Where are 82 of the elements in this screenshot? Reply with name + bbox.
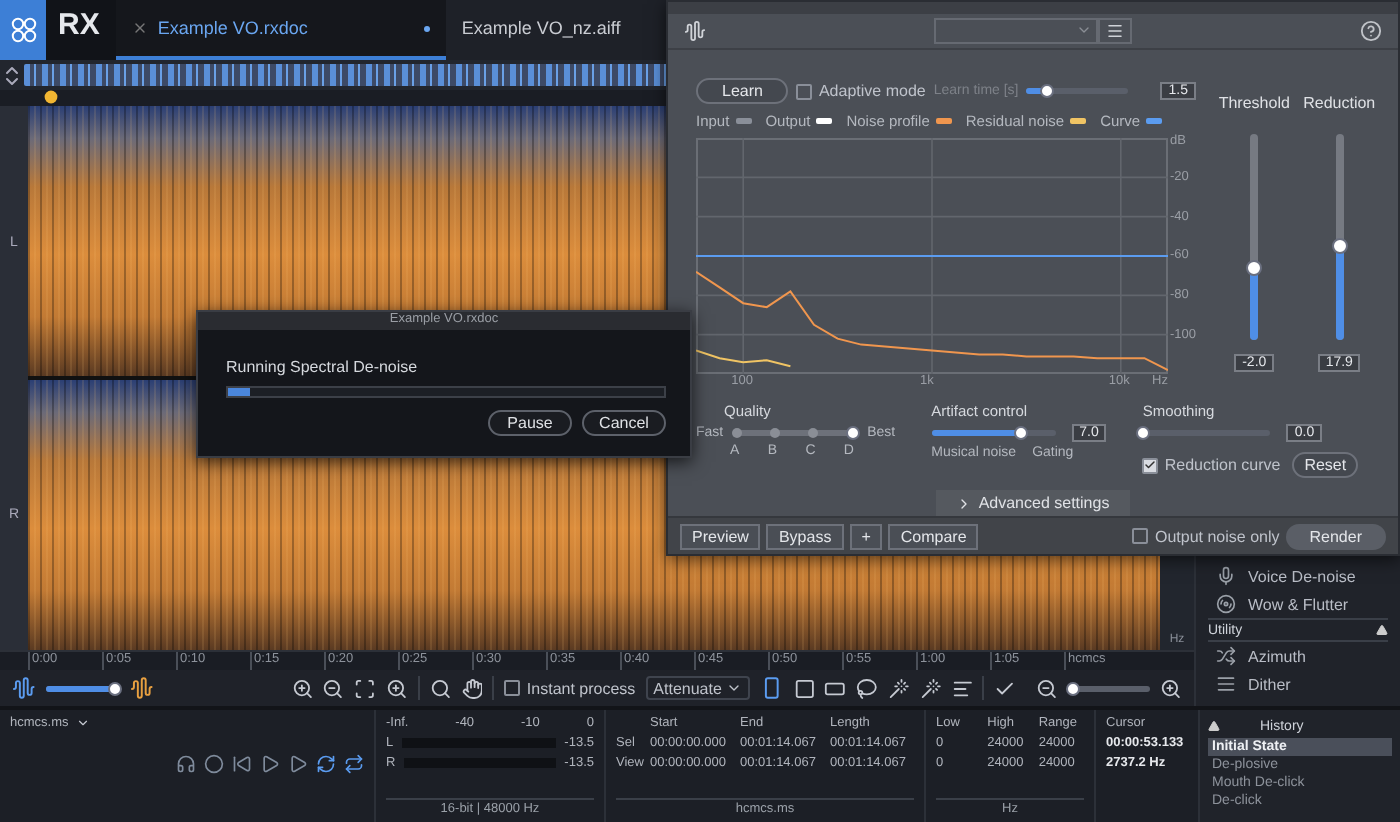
slider-thumb[interactable] xyxy=(1246,260,1263,277)
slider-thumb[interactable] xyxy=(107,681,122,695)
dialog-message: Running Spectral De-noise xyxy=(224,356,420,380)
close-icon xyxy=(131,20,148,36)
help-icon xyxy=(1360,19,1382,42)
output-noise-only-checkbox[interactable]: Output noise only xyxy=(1132,527,1280,546)
module-item[interactable]: Dither xyxy=(1208,670,1388,698)
learn-time-slider[interactable] xyxy=(1026,83,1129,100)
file-tab[interactable]: Example VO.rxdoc xyxy=(115,0,446,60)
add-button[interactable]: + xyxy=(849,523,883,550)
caret-icon xyxy=(76,716,91,730)
zoom-in-icon xyxy=(291,677,313,699)
module-item[interactable]: Azimuth xyxy=(1208,642,1388,670)
instant-process-checkbox[interactable]: Instant process xyxy=(504,679,636,697)
learn-button[interactable]: Learn xyxy=(696,78,789,105)
collapse-icon xyxy=(1208,720,1220,732)
search-icon xyxy=(429,677,452,699)
quality-slider[interactable] xyxy=(731,424,860,441)
artifact-slider[interactable] xyxy=(931,425,1056,442)
headphones-icon xyxy=(176,754,196,774)
time-select-icon xyxy=(759,676,784,700)
module-item[interactable]: Wow & Flutter xyxy=(1208,590,1388,618)
check-icon xyxy=(994,677,1017,699)
play-icon xyxy=(260,754,280,774)
slider-thumb[interactable] xyxy=(1135,426,1150,441)
compare-button[interactable]: Compare xyxy=(888,523,979,550)
slider-label: Threshold xyxy=(1218,94,1290,113)
slider-label: Reduction xyxy=(1303,94,1376,113)
bypass-button[interactable]: Bypass xyxy=(766,523,844,550)
checkbox[interactable] xyxy=(796,83,813,100)
collapse-icon xyxy=(1376,624,1388,636)
logo-icon xyxy=(0,0,46,60)
advanced-settings-button[interactable]: Advanced settings xyxy=(936,490,1130,517)
menu-button[interactable] xyxy=(1098,17,1132,44)
zoom-out-icon xyxy=(322,677,345,699)
slider-thumb[interactable] xyxy=(1065,681,1080,695)
menu-icon xyxy=(1106,21,1124,40)
smoothing-slider[interactable] xyxy=(1142,425,1271,442)
shuffle-icon xyxy=(1216,646,1236,666)
reduction-curve-checkbox[interactable]: Reduction curve xyxy=(1142,456,1281,475)
mode-dropdown[interactable]: Attenuate xyxy=(645,676,750,700)
box-select-icon xyxy=(793,677,815,699)
spectrogram-icon xyxy=(130,676,154,700)
slider-thumb[interactable] xyxy=(1331,237,1348,254)
checkbox[interactable] xyxy=(1132,528,1149,545)
checkbox[interactable] xyxy=(1142,457,1159,474)
waveform-icon xyxy=(684,19,706,42)
quality-step[interactable] xyxy=(845,425,860,440)
lines-icon xyxy=(1216,674,1236,694)
dialog-button[interactable]: Cancel xyxy=(582,410,666,436)
lasso-icon xyxy=(856,677,879,699)
skip-back-icon xyxy=(232,754,252,774)
waveform-icon xyxy=(12,676,36,700)
expand-icon xyxy=(0,63,24,87)
zoom-out-icon xyxy=(1036,677,1059,699)
slider-thumb[interactable] xyxy=(1014,426,1029,441)
repeat-icon xyxy=(344,754,364,774)
modified-dot xyxy=(423,25,430,31)
playhead-marker-icon xyxy=(44,90,58,106)
play-selection-icon xyxy=(288,754,308,774)
microphone-icon xyxy=(1216,566,1236,586)
render-button[interactable]: Render xyxy=(1285,523,1386,550)
app-logo-text: RX xyxy=(56,6,102,46)
wand-icon xyxy=(888,677,910,699)
disc-icon xyxy=(1216,594,1236,614)
caret-icon xyxy=(725,680,742,696)
gain-slider[interactable] xyxy=(45,680,121,696)
slider-thumb[interactable] xyxy=(1039,84,1054,99)
loop-icon xyxy=(316,754,336,774)
checkbox[interactable] xyxy=(504,680,521,696)
hand-icon xyxy=(461,677,483,699)
module-item[interactable]: Voice De-noise xyxy=(1208,562,1388,590)
zoom-slider[interactable] xyxy=(1068,680,1151,696)
reset-button[interactable]: Reset xyxy=(1292,452,1359,479)
zoom-in-icon xyxy=(1160,677,1183,699)
file-tab[interactable]: Example VO_nz.aiff xyxy=(445,0,666,60)
frequency-select-icon xyxy=(824,677,847,699)
dialog-button[interactable]: Pause xyxy=(488,410,572,436)
preview-button[interactable]: Preview xyxy=(680,523,761,550)
record-icon xyxy=(204,754,224,774)
zoom-selection-icon xyxy=(354,677,377,699)
adaptive-mode-checkbox[interactable]: Adaptive mode xyxy=(796,82,926,101)
